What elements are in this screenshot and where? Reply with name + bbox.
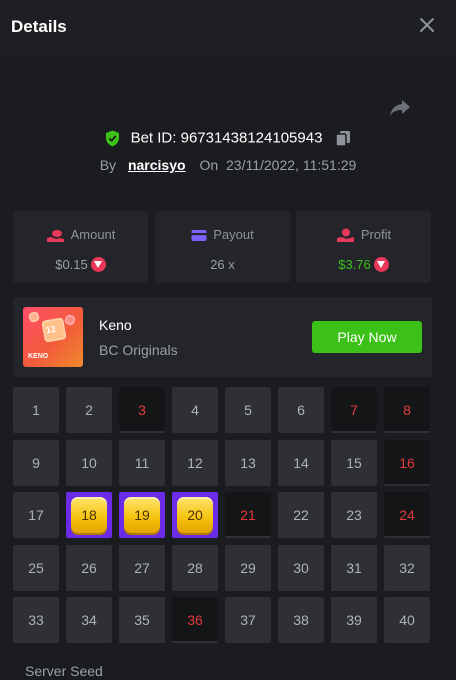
keno-cell[interactable]: 24 (384, 492, 430, 538)
game-provider: BC Originals (99, 342, 178, 358)
copy-icon[interactable] (334, 130, 351, 147)
money-hand-icon (46, 229, 64, 242)
amount-card: Amount $0.15 (13, 211, 148, 283)
keno-cell[interactable]: 9 (13, 439, 59, 486)
keno-cell[interactable]: 38 (278, 597, 324, 643)
close-icon[interactable] (418, 16, 436, 34)
keno-cell[interactable]: 12 (172, 439, 218, 486)
wallet-card-icon (191, 230, 207, 242)
verified-shield-icon (106, 130, 120, 147)
keno-cell[interactable]: 16 (384, 439, 430, 486)
keno-cell[interactable]: 14 (278, 439, 324, 486)
thumb-word: KENO (28, 353, 49, 360)
keno-cell[interactable]: 7 (331, 387, 377, 433)
keno-cell[interactable]: 31 (331, 544, 377, 591)
hit-gem: 19 (124, 497, 160, 533)
bet-id: Bet ID: 96731438124105943 (130, 129, 323, 147)
share-icon[interactable] (388, 98, 412, 118)
hand-coin-icon (336, 228, 354, 243)
payout-label: Payout (213, 227, 254, 242)
bet-date: 23/11/2022, 11:51:29 (226, 157, 357, 173)
keno-cell[interactable]: 13 (225, 439, 271, 486)
keno-cell[interactable]: 37 (225, 597, 271, 643)
amount-value: $0.15 (55, 257, 88, 273)
keno-grid: 1 2 3 4 5 6 7 8 9 10 11 12 13 14 15 16 17 18 19 20 21 22 23 24 2… (13, 387, 433, 645)
keno-cell[interactable]: 4 (172, 387, 218, 433)
profit-label: Profit (360, 227, 392, 242)
keno-cell[interactable]: 32 (384, 544, 430, 591)
keno-cell[interactable]: 21 (225, 492, 271, 538)
keno-thumbnail[interactable]: 12 KENO (23, 307, 83, 367)
payout-value: 26 x (210, 257, 235, 273)
keno-cell[interactable]: 17 (13, 492, 59, 538)
keno-cell[interactable]: 11 (119, 439, 165, 486)
page-title: Details (11, 17, 67, 36)
keno-cell[interactable]: 20 (172, 492, 218, 538)
profit-card: Profit $3.76 (296, 211, 431, 283)
keno-cell[interactable]: 10 (66, 439, 112, 486)
trx-coin-icon (373, 257, 389, 273)
bet-id-line: Bet ID: 96731438124105943 (0, 129, 456, 147)
keno-cell[interactable]: 34 (66, 597, 112, 643)
play-now-button[interactable]: Play Now (312, 321, 422, 353)
keno-cell[interactable]: 25 (13, 544, 59, 591)
game-name: Keno (99, 317, 132, 333)
keno-cell[interactable]: 2 (66, 387, 112, 433)
keno-cell[interactable]: 30 (278, 544, 324, 591)
bet-byline: By narcisyo On 23/11/2022, 11:51:29 (0, 157, 456, 173)
profit-value: $3.76 (338, 257, 371, 273)
thumb-number: 12 (45, 323, 57, 336)
by-label: By (99, 157, 117, 173)
keno-cell[interactable]: 40 (384, 597, 430, 643)
details-header: Details (0, 0, 456, 56)
keno-cell[interactable]: 39 (331, 597, 377, 643)
keno-cell[interactable]: 5 (225, 387, 271, 433)
keno-cell[interactable]: 15 (331, 439, 377, 486)
keno-cell[interactable]: 23 (331, 492, 377, 538)
keno-cell[interactable]: 26 (66, 544, 112, 591)
keno-cell[interactable]: 22 (278, 492, 324, 538)
on-label: On (199, 157, 219, 173)
keno-cell[interactable]: 28 (172, 544, 218, 591)
keno-cell[interactable]: 8 (384, 387, 430, 433)
keno-cell[interactable]: 29 (225, 544, 271, 591)
keno-cell[interactable]: 3 (119, 387, 165, 433)
keno-cell[interactable]: 27 (119, 544, 165, 591)
game-card: 12 KENO Keno BC Originals Play Now (13, 297, 432, 377)
hit-gem: 20 (177, 497, 213, 533)
keno-cell[interactable]: 33 (13, 597, 59, 643)
username-link[interactable]: narcisyo (128, 157, 186, 173)
keno-cell[interactable]: 18 (66, 492, 112, 538)
keno-cell[interactable]: 36 (172, 597, 218, 643)
keno-cell[interactable]: 6 (278, 387, 324, 433)
keno-cell[interactable]: 19 (119, 492, 165, 538)
server-seed-label: Server Seed (25, 663, 103, 679)
amount-label: Amount (70, 227, 116, 242)
payout-card: Payout 26 x (155, 211, 290, 283)
trx-coin-icon (90, 257, 106, 273)
keno-cell[interactable]: 1 (13, 387, 59, 433)
keno-cell[interactable]: 35 (119, 597, 165, 643)
hit-gem: 18 (71, 497, 107, 533)
